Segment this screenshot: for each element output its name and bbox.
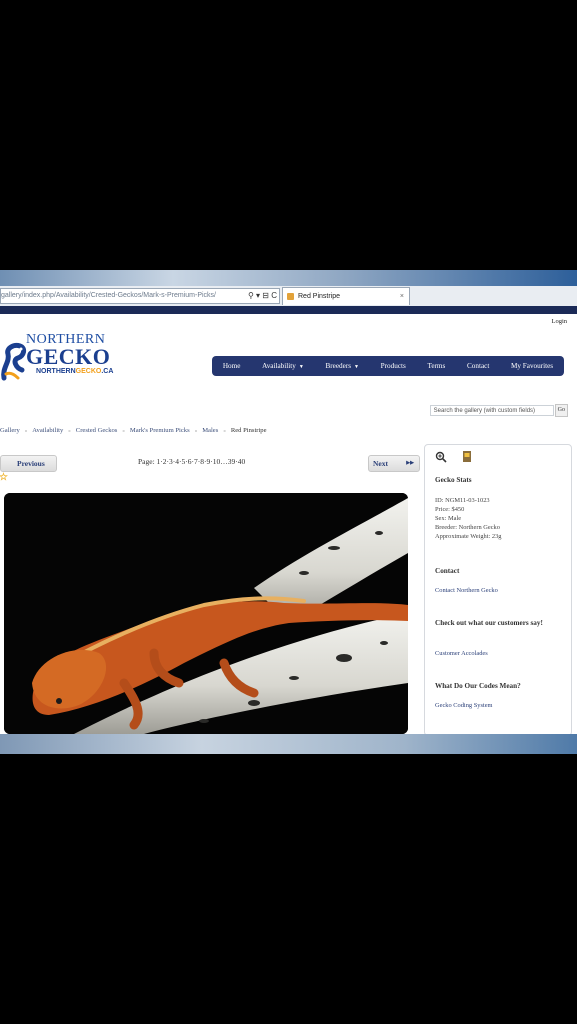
main-nav: Home Availability ▼ Breeders ▼ Products Te… — [212, 356, 564, 376]
breadcrumb-crested-geckos[interactable]: Crested Geckos — [76, 427, 118, 434]
nav-breeders[interactable]: Breeders ▼ — [325, 362, 359, 370]
search-input[interactable]: Search the gallery (with custom fields) — [429, 404, 554, 416]
address-bar[interactable]: gallery/index.php/Availability/Crested-G… — [0, 288, 280, 304]
breadcrumb-separator: » — [223, 429, 226, 434]
breadcrumb-availability[interactable]: Availability — [32, 427, 63, 434]
header-band — [0, 306, 577, 314]
monitor-screen: gallery/index.php/Availability/Crested-G… — [0, 270, 577, 754]
breadcrumb-separator: » — [68, 429, 71, 434]
contact-heading: Contact — [435, 567, 460, 575]
nav-breeders-label: Breeders — [325, 362, 352, 370]
star-icon: ☆ — [0, 472, 8, 483]
nav-availability[interactable]: Availability ▼ — [262, 362, 304, 370]
favourite-icon[interactable] — [461, 450, 473, 463]
next-button[interactable]: Next ▶▶ — [368, 455, 420, 472]
breadcrumb-premium-picks[interactable]: Mark's Premium Picks — [130, 427, 190, 434]
logo-domain-part-2: GECKO — [75, 368, 102, 375]
logo-domain-part-3: .CA — [101, 368, 114, 375]
gecko-photo[interactable] — [4, 493, 408, 734]
nav-contact[interactable]: Contact — [467, 362, 489, 370]
stat-id: ID: NGM11-03-1023 — [435, 497, 490, 504]
gecko-sidebar: Gecko Stats ID: NGM11-03-1023 Price: $45… — [424, 444, 572, 736]
nav-home[interactable]: Home — [223, 362, 241, 370]
next-label: Next — [373, 459, 388, 468]
breadcrumb-gallery[interactable]: Gallery — [0, 427, 20, 434]
zoom-in-icon[interactable] — [435, 451, 447, 463]
web-page: Login NORTHERN GECKO NORTHERNGECKO.CA Ho… — [0, 314, 577, 736]
customers-heading: Check out what our customers say! — [435, 619, 543, 627]
gecko-photo-image — [4, 493, 408, 734]
double-arrow-right-icon: ▶▶ — [406, 461, 414, 466]
site-logo[interactable]: NORTHERN GECKO NORTHERNGECKO.CA — [0, 332, 130, 384]
chevron-down-icon: ▼ — [298, 365, 304, 370]
previous-button[interactable]: Previous ☆ — [0, 455, 57, 483]
chevron-down-icon: ▼ — [354, 365, 359, 370]
breadcrumb-current: Red Pinstripe — [230, 427, 267, 434]
tab-title: Red Pinstripe — [298, 293, 341, 300]
page-numbers[interactable]: Page: 1·2·3·4·5·6·7·8·9·10…39·40 — [138, 457, 245, 466]
gecko-stats-heading: Gecko Stats — [435, 476, 472, 484]
breadcrumb-separator: » — [122, 429, 125, 434]
favicon-icon — [287, 293, 294, 300]
stat-breeder: Breeder: Northern Gecko — [435, 524, 500, 531]
stat-sex: Sex: Male — [435, 515, 462, 522]
breadcrumb-separator: » — [24, 429, 28, 434]
search-go-button[interactable]: Go — [554, 403, 568, 417]
address-bar-icons[interactable]: ⚲ ▾ ⊟ C — [248, 289, 277, 303]
login-link[interactable]: Login — [551, 318, 567, 325]
browser-toolbar: gallery/index.php/Availability/Crested-G… — [0, 286, 577, 307]
gallery-search: Search the gallery (with custom fields) … — [429, 403, 568, 417]
background-strip-bottom — [0, 734, 577, 754]
nav-terms[interactable]: Terms — [427, 362, 445, 370]
logo-domain: NORTHERNGECKO.CA — [36, 368, 113, 375]
coding-system-link[interactable]: Gecko Coding System — [435, 702, 493, 709]
logo-domain-part-1: NORTHERN — [36, 368, 76, 375]
browser-tab[interactable]: Red Pinstripe × — [282, 287, 410, 305]
logo-text-gecko: GECKO — [26, 344, 111, 369]
nav-my-favourites[interactable]: My Favourites — [511, 362, 553, 370]
breadcrumb: Gallery » Availability » Crested Geckos » Mark… — [0, 427, 267, 434]
stat-weight: Approximate Weight: 23g — [435, 533, 502, 540]
nav-availability-label: Availability — [262, 362, 296, 370]
previous-label: Previous — [17, 459, 45, 468]
tab-close-icon[interactable]: × — [400, 288, 404, 305]
nav-products[interactable]: Products — [381, 362, 406, 370]
address-text: gallery/index.php/Availability/Crested-G… — [1, 292, 216, 299]
breadcrumb-separator: » — [194, 429, 198, 434]
stat-price: Price: $450 — [435, 506, 465, 513]
contact-link[interactable]: Contact Northern Gecko — [435, 587, 498, 594]
customer-accolades-link[interactable]: Customer Accolades — [435, 650, 488, 657]
breadcrumb-males[interactable]: Males — [202, 427, 218, 434]
codes-heading: What Do Our Codes Mean? — [435, 682, 521, 690]
